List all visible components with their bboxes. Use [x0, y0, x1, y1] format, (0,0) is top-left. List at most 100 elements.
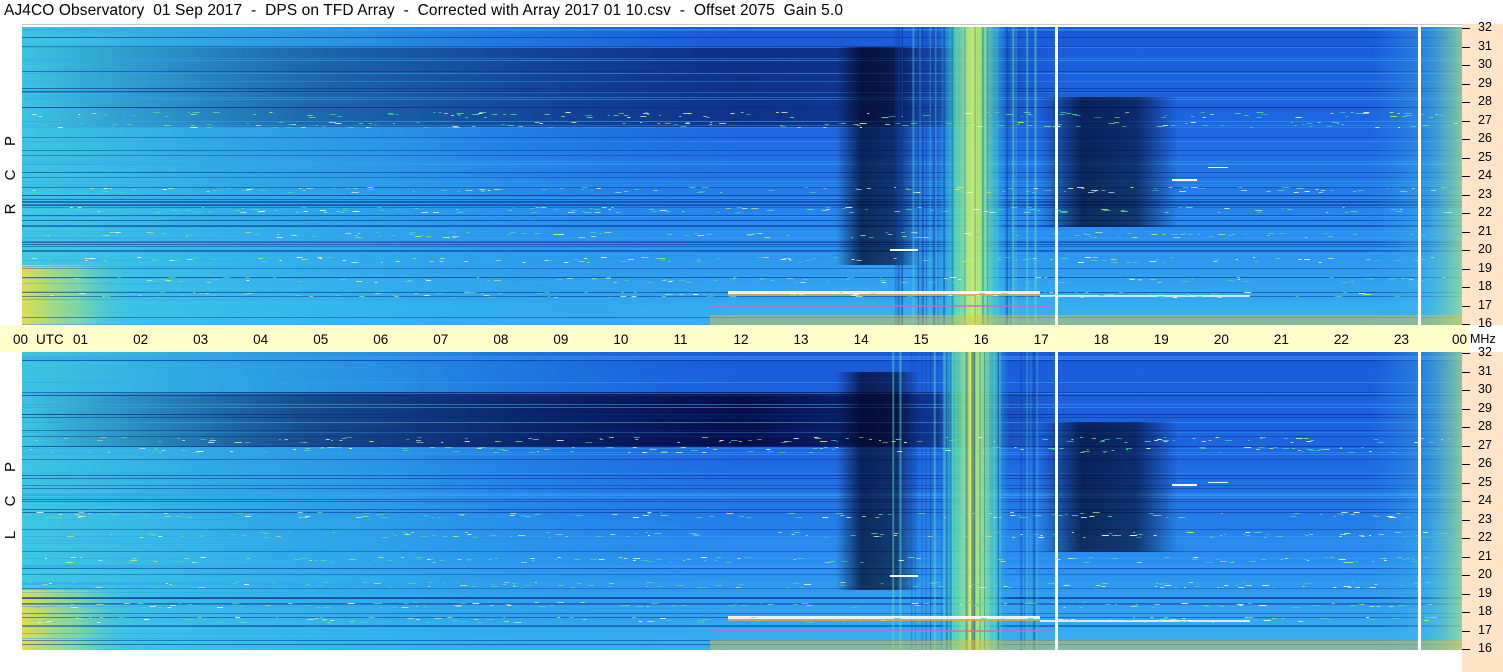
speckle	[377, 207, 382, 208]
speckle	[315, 125, 318, 126]
speckle	[1402, 559, 1406, 560]
speckle	[331, 562, 334, 563]
speckle	[244, 584, 250, 585]
speckle	[1104, 294, 1111, 295]
speckle	[1292, 607, 1300, 608]
speckle	[902, 125, 909, 126]
speckle	[997, 259, 1002, 260]
speckle	[342, 210, 350, 211]
speckle	[191, 125, 196, 126]
speckle	[70, 557, 76, 558]
speckle	[1136, 537, 1142, 538]
speckle	[534, 602, 539, 603]
speckle	[1330, 190, 1333, 191]
speckle	[1350, 112, 1354, 113]
speckle	[1451, 192, 1459, 193]
speckle	[961, 607, 965, 608]
interference-line	[22, 266, 1462, 267]
time-tick-label: 20	[1213, 332, 1229, 347]
speckle	[653, 190, 658, 191]
speckle	[317, 257, 323, 258]
speckle	[778, 452, 786, 453]
speckle	[1369, 587, 1376, 588]
speckle	[295, 212, 299, 213]
speckle	[1153, 535, 1157, 536]
speckle	[803, 584, 811, 585]
speckle	[1108, 192, 1115, 193]
speckle	[102, 280, 108, 281]
speckle	[293, 124, 297, 125]
speckle	[179, 536, 186, 537]
speckle	[132, 279, 135, 280]
speckle	[341, 438, 346, 439]
freq-tick-mark	[1462, 324, 1470, 325]
speckle	[994, 112, 1000, 113]
interference-line	[22, 414, 1462, 415]
speckle	[1099, 441, 1105, 442]
speckle	[180, 295, 185, 296]
interference-line	[22, 543, 1462, 544]
speckle	[1379, 558, 1385, 559]
speckle	[1447, 438, 1452, 439]
speckle	[1181, 281, 1189, 282]
interference-line	[22, 495, 1462, 496]
speckle	[767, 451, 774, 452]
speckle	[1390, 209, 1397, 210]
freq-tick-label: 32	[1478, 345, 1492, 359]
speckle	[83, 236, 87, 237]
speckle	[555, 209, 559, 210]
speckle	[173, 260, 181, 261]
speckle	[69, 207, 73, 208]
speckle	[1374, 439, 1379, 440]
speckle	[1310, 440, 1314, 441]
speckle	[198, 293, 205, 294]
speckle	[1341, 512, 1348, 513]
speckle	[132, 558, 136, 559]
speckle	[881, 620, 886, 621]
speckle	[55, 517, 62, 518]
speckle	[507, 234, 511, 235]
speckle	[109, 188, 113, 189]
interference-line	[22, 357, 1462, 358]
speckle	[1167, 296, 1170, 297]
speckle	[693, 294, 699, 295]
speckle	[79, 293, 86, 294]
speckle	[1185, 294, 1189, 295]
speckle	[1372, 515, 1377, 516]
speckle	[907, 557, 915, 558]
speckle	[660, 258, 666, 259]
speckle	[1133, 532, 1136, 533]
interference-line	[22, 417, 1462, 418]
interference-line	[22, 202, 1462, 203]
speckle	[556, 279, 563, 280]
speckle	[1093, 237, 1097, 238]
speckle	[797, 558, 805, 559]
rfi-line	[728, 291, 1040, 294]
speckle	[520, 587, 524, 588]
vertical-streak	[984, 352, 986, 650]
speckle	[1075, 126, 1081, 127]
speckle	[353, 188, 358, 189]
vertical-streak	[943, 352, 945, 650]
speckle	[646, 606, 649, 607]
interference-line	[22, 478, 1462, 479]
speckle	[460, 585, 468, 586]
speckle	[153, 281, 159, 282]
speckle	[503, 584, 506, 585]
speckle	[44, 294, 48, 295]
speckle	[1006, 294, 1013, 295]
speckle	[608, 209, 611, 210]
freq-tick-mark	[1462, 83, 1470, 85]
speckle	[74, 514, 80, 515]
speckle	[1132, 237, 1138, 238]
speckle	[549, 127, 554, 128]
speckle	[538, 606, 546, 607]
speckle	[335, 123, 342, 124]
speckle	[879, 534, 884, 535]
speckle	[647, 512, 652, 513]
speckle	[505, 604, 511, 605]
speckle	[966, 260, 974, 261]
speckle	[1017, 122, 1024, 123]
speckle	[495, 441, 500, 442]
speckle	[1258, 605, 1266, 606]
